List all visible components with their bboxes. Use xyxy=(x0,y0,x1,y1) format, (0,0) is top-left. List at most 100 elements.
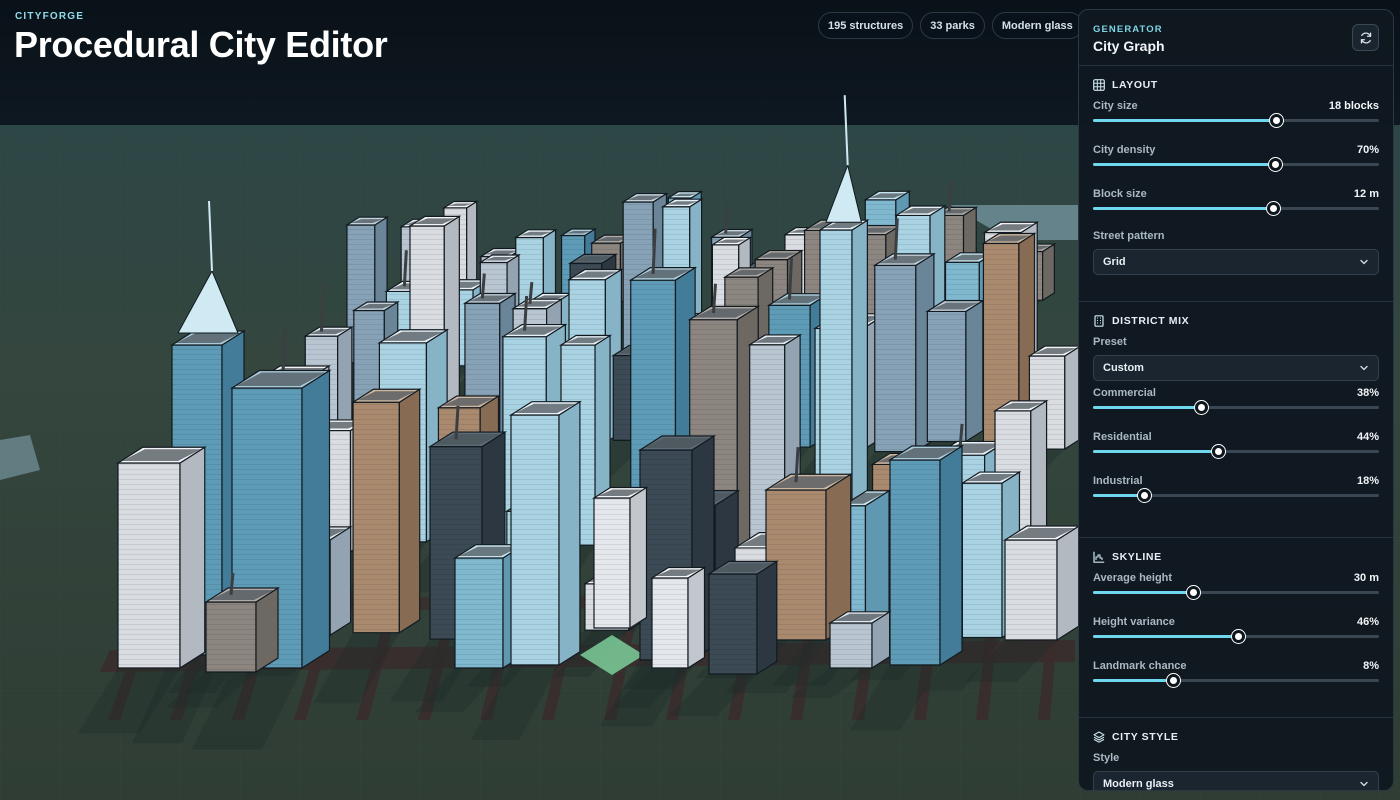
skyline-section-header: SKYLINE xyxy=(1093,548,1379,566)
select-value: Modern glass xyxy=(1103,778,1174,790)
slider-fill xyxy=(1093,679,1174,682)
slider-value: 44% xyxy=(1356,431,1379,443)
building-side-face xyxy=(398,388,421,634)
slider-value: 8% xyxy=(1363,660,1379,672)
building-side-face xyxy=(851,219,869,502)
slider-thumb[interactable] xyxy=(1137,489,1151,502)
antenna xyxy=(893,218,899,260)
antenna xyxy=(947,180,953,212)
skyline-section: SKYLINE Average height 30 m Height varia… xyxy=(1079,548,1393,718)
slider-value: 46% xyxy=(1356,616,1379,628)
district-mix-section: DISTRICT MIX Preset Custom Commercial 38… xyxy=(1079,312,1393,538)
slider-track[interactable] xyxy=(1093,489,1379,502)
stat-pills: 195 structures 33 parks Modern glass xyxy=(818,12,1083,39)
city-style-section: CITY STYLE Style Modern glass xyxy=(1079,728,1393,790)
building-side-face xyxy=(756,560,778,676)
style-label: Style xyxy=(1093,752,1120,764)
slider-fill xyxy=(1093,119,1277,122)
panel-title: City Graph xyxy=(1093,38,1165,54)
slider-thumb[interactable] xyxy=(1166,674,1180,687)
slider-fill xyxy=(1093,406,1202,409)
building-side-face xyxy=(301,369,331,670)
slider-thumb[interactable] xyxy=(1195,401,1209,414)
height-variance-slider[interactable]: Height variance 46% xyxy=(1093,610,1379,654)
slider-thumb[interactable] xyxy=(1266,202,1280,215)
antenna xyxy=(958,423,964,449)
slider-value: 70% xyxy=(1356,144,1379,156)
slider-fill xyxy=(1093,635,1239,638)
residential-slider[interactable]: Residential 44% xyxy=(1093,425,1379,469)
slider-label: City size xyxy=(1093,100,1138,112)
preset-label: Preset xyxy=(1093,336,1127,348)
antenna xyxy=(402,250,408,287)
slider-fill xyxy=(1093,591,1194,594)
building-windows xyxy=(455,558,503,668)
page-title: Procedural City Editor xyxy=(14,24,388,65)
panel-header: GENERATOR City Graph xyxy=(1079,10,1393,66)
industrial-slider[interactable]: Industrial 18% xyxy=(1093,469,1379,513)
slider-value: 18 blocks xyxy=(1328,100,1379,112)
slider-label: Average height xyxy=(1093,572,1173,584)
slider-track[interactable] xyxy=(1093,445,1379,458)
slider-track[interactable] xyxy=(1093,674,1379,687)
layout-section-header: LAYOUT xyxy=(1093,76,1379,94)
regenerate-button[interactable] xyxy=(1352,24,1379,51)
slider-track[interactable] xyxy=(1093,586,1379,599)
section-title: SKYLINE xyxy=(1112,551,1162,563)
slider-fill xyxy=(1093,207,1274,210)
building-side-face xyxy=(965,299,984,443)
select-value: Custom xyxy=(1103,362,1144,374)
slider-thumb[interactable] xyxy=(1232,630,1246,643)
layers-icon xyxy=(1093,731,1105,743)
city-density-slider[interactable]: City density 70% xyxy=(1093,138,1379,182)
city-size-slider[interactable]: City size 18 blocks xyxy=(1093,94,1379,138)
slider-track[interactable] xyxy=(1093,401,1379,414)
antenna xyxy=(281,326,287,373)
slider-track[interactable] xyxy=(1093,114,1379,127)
chevron-down-icon xyxy=(1360,365,1368,371)
skyline-chart-icon xyxy=(1093,551,1105,563)
building-side-face xyxy=(558,400,581,667)
building xyxy=(1002,524,1082,642)
slider-value: 30 m xyxy=(1353,572,1379,584)
chevron-down-icon xyxy=(1360,781,1368,787)
slider-value: 18% xyxy=(1356,475,1379,487)
slider-label: Commercial xyxy=(1093,387,1156,399)
style-select[interactable]: Modern glass xyxy=(1093,771,1379,790)
slider-track[interactable] xyxy=(1093,202,1379,215)
building-windows xyxy=(962,483,1003,638)
block-size-slider[interactable]: Block size 12 m xyxy=(1093,182,1379,226)
building-windows xyxy=(652,578,688,668)
grid-icon xyxy=(1093,79,1105,91)
slider-thumb[interactable] xyxy=(1269,114,1283,127)
slider-thumb[interactable] xyxy=(1186,586,1200,599)
section-title: LAYOUT xyxy=(1112,79,1158,91)
building-windows xyxy=(511,415,559,665)
average-height-slider[interactable]: Average height 30 m xyxy=(1093,566,1379,610)
slider-thumb[interactable] xyxy=(1268,158,1282,171)
building-side-face xyxy=(1056,524,1080,642)
slider-value: 12 m xyxy=(1353,188,1379,200)
antenna xyxy=(787,257,793,300)
slider-track[interactable] xyxy=(1093,630,1379,643)
slider-track[interactable] xyxy=(1093,158,1379,171)
building-side-face xyxy=(1042,242,1055,302)
commercial-slider[interactable]: Commercial 38% xyxy=(1093,381,1379,425)
building-windows xyxy=(890,460,940,665)
building-windows xyxy=(594,498,630,628)
antenna xyxy=(319,282,325,332)
district-mix-section-header: DISTRICT MIX xyxy=(1093,312,1379,330)
slider-label: City density xyxy=(1093,144,1156,156)
antenna xyxy=(454,405,460,440)
slider-label: Industrial xyxy=(1093,475,1143,487)
building xyxy=(591,486,649,630)
street-pattern-select[interactable]: Grid xyxy=(1093,249,1379,275)
building-windows xyxy=(353,402,400,633)
section-title: CITY STYLE xyxy=(1112,731,1179,743)
slider-thumb[interactable] xyxy=(1212,445,1226,458)
preset-select[interactable]: Custom xyxy=(1093,355,1379,381)
building-side-face xyxy=(687,566,706,670)
antenna xyxy=(724,206,730,234)
landmark-chance-slider[interactable]: Landmark chance 8% xyxy=(1093,654,1379,698)
antenna xyxy=(480,273,486,299)
